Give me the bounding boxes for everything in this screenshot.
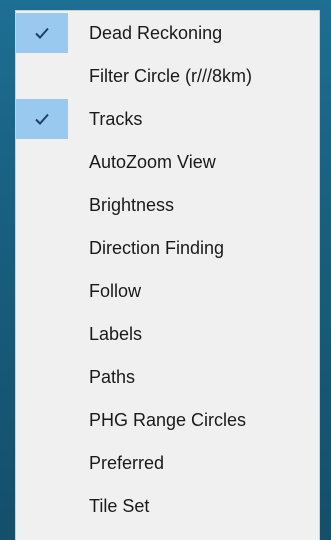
menu-item-brightness[interactable]: Brightness — [16, 185, 319, 225]
check-icon — [16, 99, 68, 139]
menu-item-label: Tile Set — [89, 496, 150, 516]
menu-item-label: Brightness — [89, 195, 175, 215]
menu-item-follow[interactable]: Follow — [16, 271, 319, 311]
menu-item-label: Labels — [89, 324, 143, 344]
menu-item-label: Dead Reckoning — [89, 23, 223, 43]
menu-item-paths[interactable]: Paths — [16, 357, 319, 397]
menu-item-label: Tracks — [89, 109, 143, 129]
menu-item-direction-finding[interactable]: Direction Finding — [16, 228, 319, 268]
menu-item-label: Follow — [89, 281, 142, 301]
menu-item-label: Filter Circle (r///8km) — [89, 66, 252, 86]
menu-item-label: AutoZoom View — [89, 152, 216, 172]
menu-item-dead-reckoning[interactable]: Dead Reckoning — [16, 13, 319, 53]
check-icon — [16, 13, 68, 53]
menu-item-labels[interactable]: Labels — [16, 314, 319, 354]
menu-item-phg-range-circles[interactable]: PHG Range Circles — [16, 400, 319, 440]
menu-item-label: PHG Range Circles — [89, 410, 247, 430]
menu-item-label: Preferred — [89, 453, 165, 473]
menu-item-filter-circle[interactable]: Filter Circle (r///8km) — [16, 56, 319, 96]
menu-item-label: Direction Finding — [89, 238, 225, 258]
menu-item-label: Paths — [89, 367, 136, 387]
context-menu: Dead Reckoning Filter Circle (r///8km) T… — [15, 10, 320, 540]
menu-item-tile-set[interactable]: Tile Set — [16, 486, 319, 526]
menu-item-tracks[interactable]: Tracks — [16, 99, 319, 139]
menu-item-preferred[interactable]: Preferred — [16, 443, 319, 483]
menu-item-autozoom-view[interactable]: AutoZoom View — [16, 142, 319, 182]
